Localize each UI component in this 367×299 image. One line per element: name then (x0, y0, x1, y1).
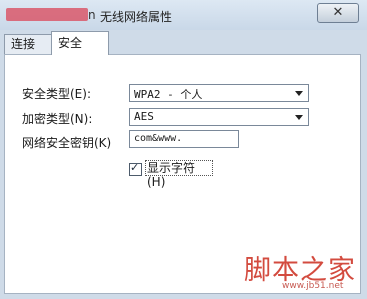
close-button[interactable]: ✕ (317, 3, 359, 23)
network-key-value: com&www. (134, 133, 183, 144)
show-characters-checkbox[interactable] (129, 161, 142, 176)
show-characters-label[interactable]: 显示字符(H) (145, 160, 213, 189)
security-type-value: WPA2 - 个人 (134, 88, 203, 101)
window-titlebar: n 无线网络属性 ✕ (0, 0, 367, 30)
encryption-type-value: AES (134, 110, 154, 123)
window-title: 无线网络属性 (100, 10, 173, 24)
network-key-input[interactable]: com&www. (129, 130, 239, 148)
redacted-title-prefix (6, 8, 88, 21)
chevron-down-icon (295, 115, 303, 120)
chevron-down-icon (295, 91, 303, 96)
watermark-url: www.jb51.net (282, 281, 344, 291)
encryption-type-label: 加密类型(N): (22, 112, 93, 126)
security-type-select[interactable]: WPA2 - 个人 (129, 84, 309, 102)
network-key-label: 网络安全密钥(K) (22, 136, 112, 150)
tab-connection[interactable]: 连接 (4, 34, 52, 54)
encryption-type-select[interactable]: AES (129, 108, 309, 126)
close-icon: ✕ (332, 5, 344, 20)
tab-security[interactable]: 安全 (51, 31, 109, 55)
title-prefix-tail: n (88, 8, 96, 22)
security-type-label: 安全类型(E): (22, 87, 91, 101)
